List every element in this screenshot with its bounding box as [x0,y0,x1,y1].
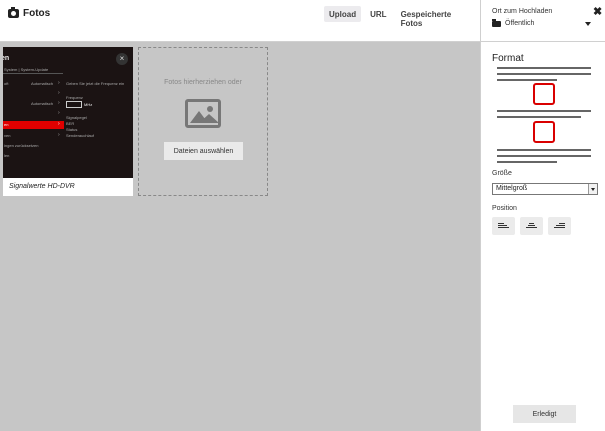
page-title: Fotos [8,7,51,19]
tv-menu-item: ingen zurücksetzen [4,143,39,148]
upload-location-value: Öffentlich [492,18,535,27]
tv-stat: Senderauchlauf [66,133,95,138]
photo-card[interactable]: en System | System-Update oft Automatisc… [3,47,133,196]
upload-location-text: Öffentlich [505,20,535,27]
tv-chevron-icon: › [58,90,60,96]
photo-thumbnail[interactable]: en System | System-Update oft Automatisc… [3,47,133,178]
choose-files-button[interactable]: Dateien auswählen [164,142,243,160]
tv-stat: Status [66,127,78,132]
tv-menu-item: oft [4,81,9,86]
format-heading: Format [492,53,524,64]
tv-freq-label: Frequenz [66,95,83,100]
tv-selected-row [3,121,64,129]
chevron-down-icon[interactable] [585,22,591,26]
page-title-text: Fotos [23,8,51,19]
close-button[interactable]: ✖ [593,5,602,18]
tab-bar: Upload URL Gespeicherte Fotos [324,6,480,28]
tv-divider [3,73,63,74]
tv-freq-unit: MHz [84,102,93,107]
header: Fotos Upload URL Gespeicherte Fotos [0,0,480,42]
format-image-placeholder [533,121,555,143]
size-select-value: Mittelgroß [496,185,528,192]
drop-zone[interactable]: Fotos hierherziehen oder Dateien auswähl… [138,47,268,196]
size-select[interactable]: Mittelgroß [492,183,598,195]
tv-menu-value: Automatisch [31,101,54,106]
position-buttons [492,217,571,235]
tv-stat: BER [66,121,75,126]
position-label: Position [492,205,517,212]
tv-breadcrumb: System | System-Update [4,67,49,72]
tv-freq-input [66,101,82,108]
tv-stat: Signalpegel [66,115,87,120]
tv-chevron-icon: › [58,132,60,138]
photo-caption[interactable]: Signalwerte HD-DVR [9,183,75,190]
upload-location-label: Ort zum Hochladen [492,8,553,15]
right-panel: Ort zum Hochladen Öffentlich ✖ Format Gr… [480,0,605,431]
align-left-button[interactable] [492,217,515,235]
format-image-placeholder [533,83,555,105]
remove-photo-button[interactable]: × [116,53,128,65]
tab-saved-photos[interactable]: Gespeicherte Fotos [396,6,480,28]
tv-menu-value: Automatisch [31,81,54,86]
tv-instruction: Geben Sie jetzt die Frequenz ein [66,81,125,86]
tv-chevron-icon: › [58,100,60,106]
tv-chevron-icon: › [58,110,60,116]
upload-location-select[interactable]: Ort zum Hochladen Öffentlich [481,0,605,42]
folder-icon [492,18,501,27]
tv-menu-item: len [4,153,10,158]
done-button[interactable]: Erledigt [513,405,576,423]
tv-chevron-icon: › [58,121,60,127]
camera-icon [8,7,19,18]
size-label: Größe [492,170,512,177]
align-center-button[interactable] [520,217,543,235]
tv-title: en [3,55,10,62]
drop-zone-text: Fotos hierherziehen oder [164,79,242,86]
tv-menu-item: ven [4,133,11,138]
image-icon [185,99,221,128]
tab-upload[interactable]: Upload [324,6,362,22]
tv-chevron-icon: › [58,80,60,86]
tv-menu-item: en [4,122,9,127]
chevron-down-icon[interactable] [588,184,597,194]
tab-url[interactable]: URL [365,6,391,22]
align-right-button[interactable] [548,217,571,235]
